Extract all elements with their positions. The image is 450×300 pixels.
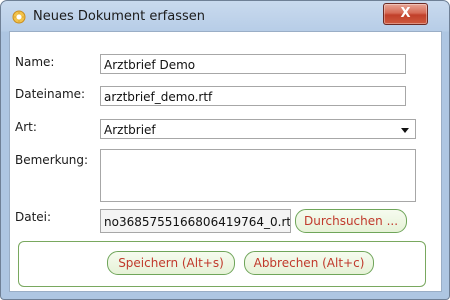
name-field[interactable]: Arztbrief Demo xyxy=(100,54,406,74)
art-label: Art: xyxy=(15,120,37,134)
art-select-value: Arztbrief xyxy=(104,123,156,137)
close-icon: X xyxy=(400,6,411,21)
title-bar[interactable]: Neues Dokument erfassen X xyxy=(1,1,449,31)
dialog-window: Neues Dokument erfassen X Name: Arztbrie… xyxy=(0,0,450,300)
dateiname-label: Dateiname: xyxy=(15,87,86,101)
button-panel: Speichern (Alt+s) Abbrechen (Alt+c) xyxy=(18,241,426,287)
name-label: Name: xyxy=(15,55,55,69)
bemerkung-textarea[interactable] xyxy=(100,149,416,202)
dialog-content: Name: Arztbrief Demo Dateiname: arztbrie… xyxy=(9,31,442,292)
window-title: Neues Dokument erfassen xyxy=(33,9,205,24)
datei-label: Datei: xyxy=(15,210,52,224)
bemerkung-label: Bemerkung: xyxy=(15,153,89,167)
cancel-button[interactable]: Abbrechen (Alt+c) xyxy=(244,251,374,275)
datei-field: no3685755166806419764_0.rtf xyxy=(100,209,291,233)
chevron-down-icon[interactable] xyxy=(401,128,409,133)
durchsuchen-button[interactable]: Durchsuchen ... xyxy=(295,209,407,233)
art-select[interactable]: Arztbrief xyxy=(100,119,416,139)
app-icon xyxy=(12,10,26,24)
close-button[interactable]: X xyxy=(383,3,428,25)
dateiname-field[interactable]: arztbrief_demo.rtf xyxy=(100,86,406,106)
save-button[interactable]: Speichern (Alt+s) xyxy=(107,251,235,275)
